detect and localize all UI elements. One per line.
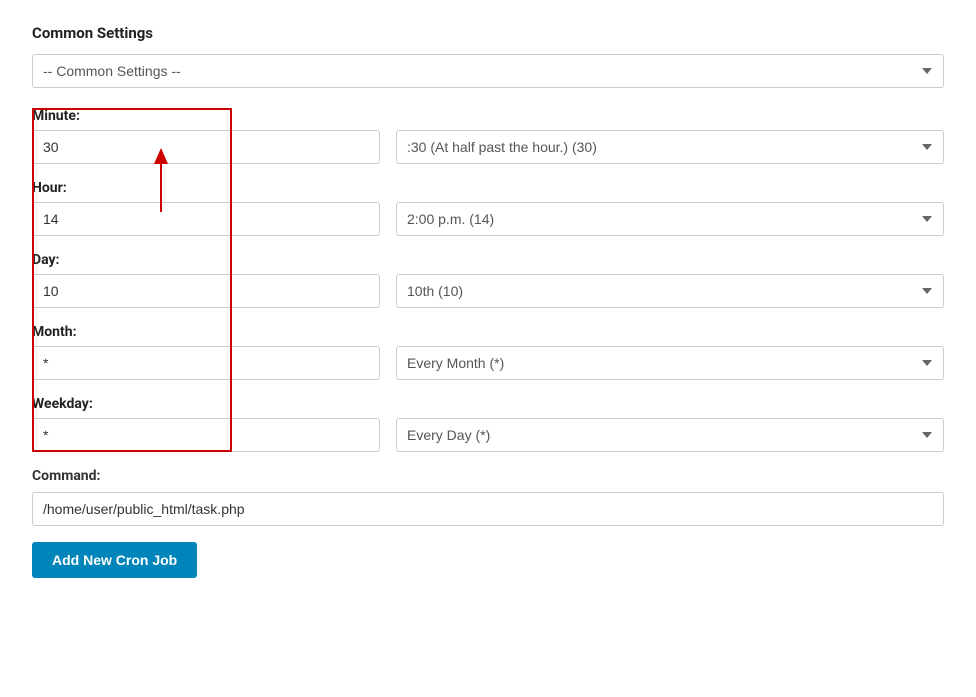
minute-input[interactable] (32, 130, 380, 164)
hour-row: Hour: 2:00 p.m. (14) (32, 180, 944, 236)
month-label: Month: (32, 324, 380, 340)
command-input[interactable] (32, 492, 944, 526)
month-dropdown-wrapper: Every Month (*) (396, 346, 944, 380)
weekday-dropdown-wrapper: Every Day (*) (396, 418, 944, 452)
hour-dropdown-wrapper: 2:00 p.m. (14) (396, 202, 944, 236)
weekday-select-wrapper-outer: Every Day (*) (396, 418, 944, 452)
hour-label: Hour: (32, 180, 380, 196)
day-select-wrapper-outer: 10th (10) (396, 274, 944, 308)
minute-row: Minute: :30 (At half past the hour.) (30… (32, 108, 944, 164)
hour-right: 2:00 p.m. (14) (396, 180, 944, 236)
hour-input[interactable] (32, 202, 380, 236)
minute-select-wrapper-outer: :30 (At half past the hour.) (30) (396, 130, 944, 164)
minute-dropdown-wrapper: :30 (At half past the hour.) (30) (396, 130, 944, 164)
common-settings-row: -- Common Settings -- (32, 54, 944, 88)
month-right: Every Month (*) (396, 324, 944, 380)
day-dropdown-wrapper: 10th (10) (396, 274, 944, 308)
hour-select[interactable]: 2:00 p.m. (14) (396, 202, 944, 236)
weekday-input[interactable] (32, 418, 380, 452)
common-settings-select-wrapper: -- Common Settings -- (32, 54, 944, 88)
day-row: Day: 10th (10) (32, 252, 944, 308)
day-input[interactable] (32, 274, 380, 308)
day-label: Day: (32, 252, 380, 268)
common-settings-title: Common Settings (32, 24, 944, 42)
weekday-row: Weekday: Every Day (*) (32, 396, 944, 452)
command-label: Command: (32, 468, 944, 484)
month-input[interactable] (32, 346, 380, 380)
month-select-wrapper-outer: Every Month (*) (396, 346, 944, 380)
day-right: 10th (10) (396, 252, 944, 308)
common-settings-select[interactable]: -- Common Settings -- (32, 54, 944, 88)
minute-right: :30 (At half past the hour.) (30) (396, 108, 944, 164)
hour-select-wrapper-outer: 2:00 p.m. (14) (396, 202, 944, 236)
weekday-left: Weekday: (32, 396, 380, 452)
day-left: Day: (32, 252, 380, 308)
hour-left: Hour: (32, 180, 380, 236)
minute-label: Minute: (32, 108, 380, 124)
weekday-right: Every Day (*) (396, 396, 944, 452)
month-select[interactable]: Every Month (*) (396, 346, 944, 380)
month-row: Month: Every Month (*) (32, 324, 944, 380)
cron-fields-container: Minute: :30 (At half past the hour.) (30… (32, 108, 944, 452)
minute-select[interactable]: :30 (At half past the hour.) (30) (396, 130, 944, 164)
minute-left: Minute: (32, 108, 380, 164)
month-left: Month: (32, 324, 380, 380)
weekday-label: Weekday: (32, 396, 380, 412)
day-select[interactable]: 10th (10) (396, 274, 944, 308)
command-section: Command: (32, 468, 944, 526)
add-cron-job-button[interactable]: Add New Cron Job (32, 542, 197, 578)
weekday-select[interactable]: Every Day (*) (396, 418, 944, 452)
common-settings-section: Common Settings -- Common Settings -- (32, 24, 944, 88)
